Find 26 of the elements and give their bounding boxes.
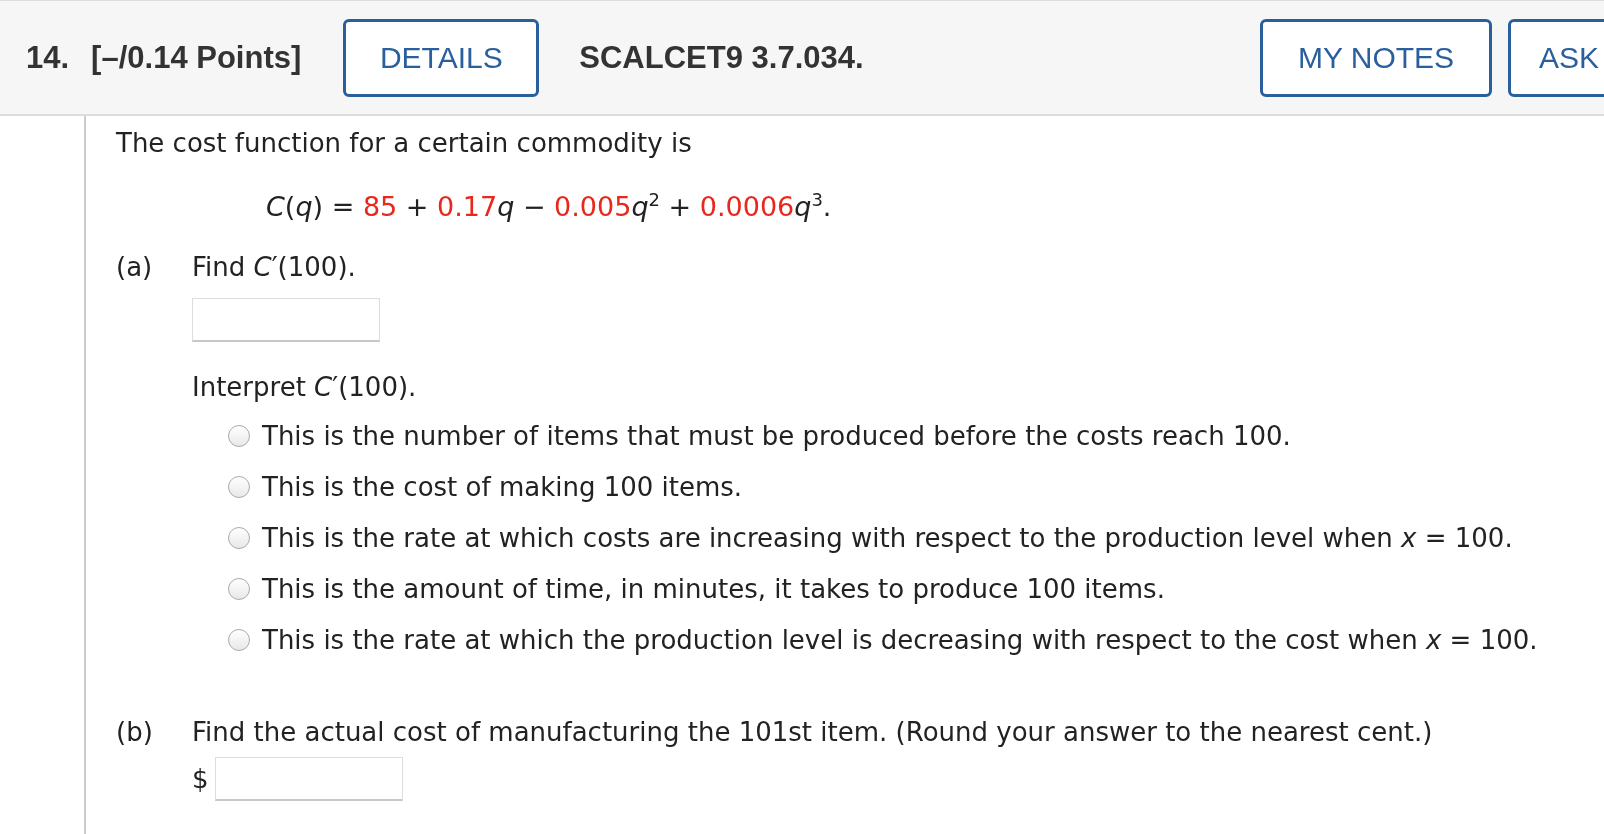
question-number: 14. [26, 39, 70, 76]
intro-text: The cost function for a certain commodity is [116, 127, 693, 160]
points-label: [–/0.14 Points] [91, 39, 302, 76]
dollar-sign: $ [192, 763, 209, 796]
option-text: This is the rate at which the production level is decreasing with respect to the cost when x = 100. [262, 624, 1538, 655]
cost-formula: C(q) = 85 + 0.17q − 0.005q$^{2}$ + 0.0006q$^{3}$. [266, 190, 833, 224]
radio-button[interactable] [228, 577, 250, 600]
problem-id: SCALCET9 3.7.034. [579, 39, 864, 76]
part-prompt: Find the actual cost of manufacturing the 101st item. (Round your answer to the nearest cent.) [192, 716, 1433, 749]
radio-button[interactable] [228, 475, 250, 498]
option-text: This is the amount of time, in minutes, it takes to produce 100 items. [262, 573, 1165, 604]
radio-button[interactable] [228, 424, 250, 447]
radio-button[interactable] [228, 526, 250, 549]
part-prompt: Find C′(100). [192, 251, 356, 284]
answer-field[interactable] [192, 298, 380, 342]
ask-button[interactable]: ASK [1508, 18, 1604, 97]
details-button[interactable]: DETAILS [343, 18, 540, 97]
option-text: This is the number of items that must be produced before the costs reach 100. [262, 420, 1291, 451]
part-label: (b) [116, 716, 154, 749]
option-text: This is the rate at which costs are increasing with respect to the production level when x = 100. [262, 522, 1513, 553]
option-text: This is the cost of making 100 items. [262, 471, 743, 502]
interpret-prompt: Interpret C′(100). [192, 371, 418, 404]
part-label: (a) [116, 251, 154, 284]
my-notes-button[interactable]: MY NOTES [1260, 18, 1492, 97]
answer-field[interactable] [214, 757, 403, 801]
radio-button[interactable] [228, 628, 250, 651]
